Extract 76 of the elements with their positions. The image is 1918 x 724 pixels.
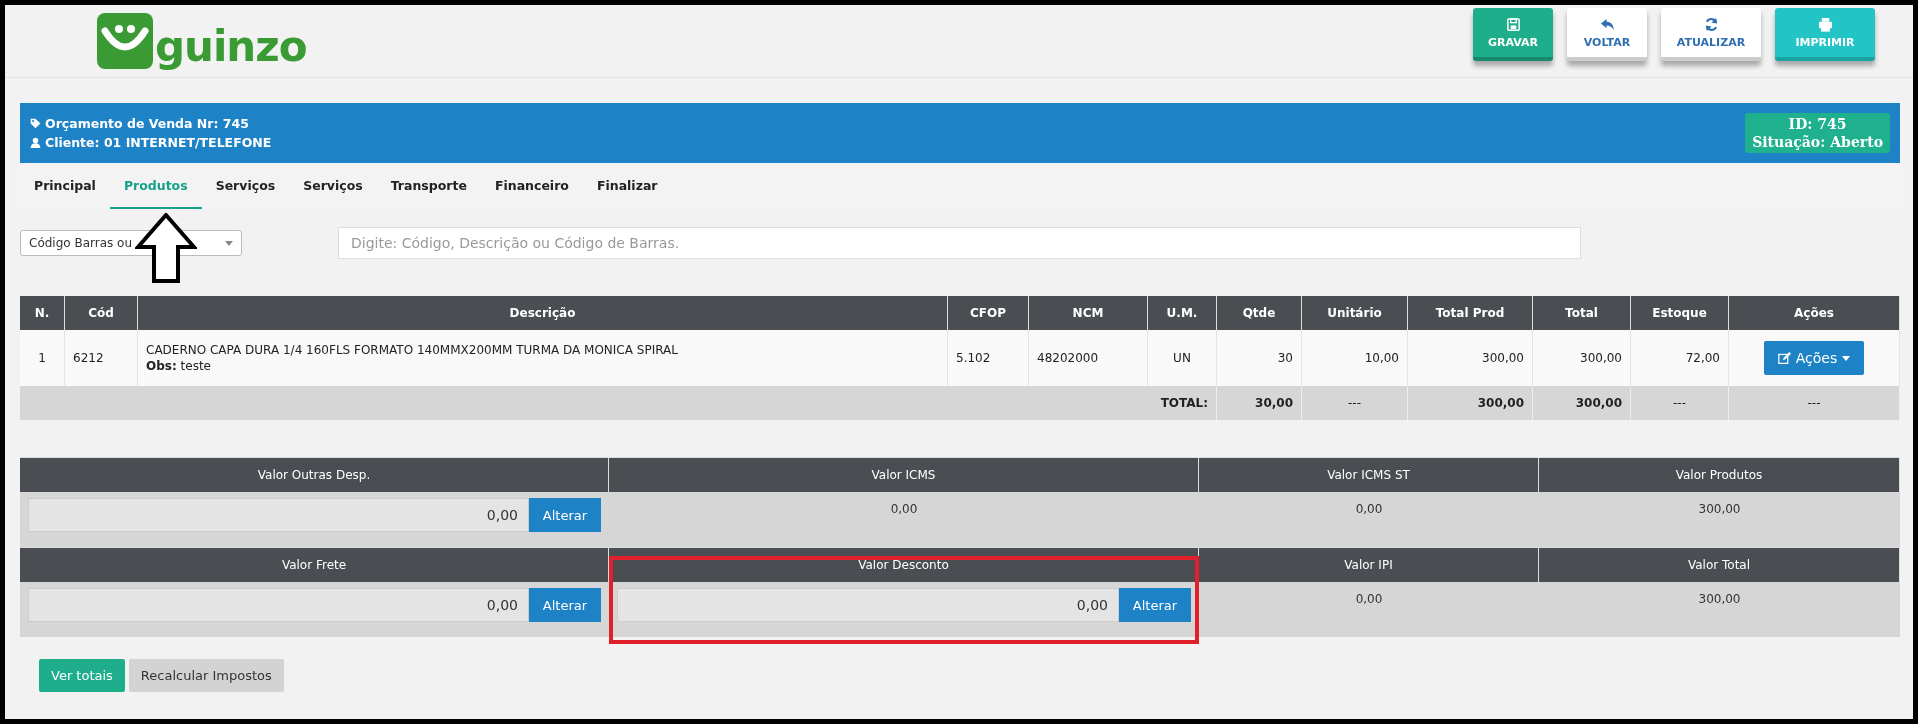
summary-value: 300,00 [1698,502,1741,516]
toolbar-button[interactable]: VOLTAR [1567,8,1647,61]
column-header: Total Prod [1407,296,1533,330]
summary-header: Valor Produtos [1539,457,1900,492]
order-id: ID: 745 [1788,115,1847,133]
summary-header: Valor IPI [1199,547,1539,582]
table-cell: --- [1630,386,1729,420]
order-status: Situação: Aberto [1752,133,1883,151]
summary-header: Valor Outras Desp. [20,457,609,492]
printer-icon [1817,16,1833,32]
table-cell: 300,00 [1407,386,1533,420]
annotation-arrow [135,213,197,283]
refresh-icon [1703,16,1719,32]
table-cell: 10,00 [1301,330,1408,386]
column-header: Ações [1728,296,1900,330]
column-header: Descrição [137,296,948,330]
table-cell: UN [1147,330,1217,386]
logo-text: guinzo [155,25,307,69]
reply-arrow-icon [1599,16,1615,32]
column-header: Qtde [1216,296,1302,330]
column-header: Unitário [1301,296,1408,330]
table-cell: 1 [20,330,65,386]
product-description: CADERNO CAPA DURA 1/4 160FLS FORMATO 140MMX200MM TURMA DA MONICA SPIRAL [146,342,679,358]
column-header: Estoque [1630,296,1729,330]
tab[interactable]: Principal [20,163,110,209]
summary-value: 0,00 [1355,592,1383,606]
table-cell: --- [1728,386,1900,420]
tab[interactable]: Finalizar [582,163,672,209]
floppy-icon [1505,16,1521,32]
tag-icon [30,118,41,129]
table-cell: 30 [1216,330,1302,386]
table-cell: 48202000 [1028,330,1148,386]
table-cell: 300,00 [1532,330,1631,386]
table-cell: --- [1301,386,1408,420]
table-cell: 72,00 [1630,330,1729,386]
summary-value: 0,00 [1355,502,1383,516]
actions-button[interactable]: Ações [1764,341,1864,375]
client-name: Cliente: 01 INTERNET/TELEFONE [45,135,272,150]
column-header: N. [20,296,65,330]
edit-icon [1777,351,1791,365]
tab[interactable]: Financeiro [480,163,583,209]
column-header: Total [1532,296,1631,330]
summary-value: 300,00 [1698,592,1741,606]
table-cell: 300,00 [1532,386,1631,420]
caret-icon [1842,355,1851,361]
column-header: CFOP [947,296,1029,330]
amount-field[interactable]: 0,00 [617,588,1119,622]
tab[interactable]: Serviços [201,163,290,209]
order-title: Orçamento de Venda Nr: 745 [45,116,249,131]
column-header: NCM [1028,296,1148,330]
footer-button[interactable]: Recalcular Impostos [128,659,284,692]
amount-field[interactable]: 0,00 [28,588,529,622]
table-cell: 30,00 [1216,386,1302,420]
summary-header: Valor Frete [20,547,609,582]
alter-button[interactable]: Alterar [1119,588,1191,622]
user-icon [30,137,41,148]
summary-header: Valor ICMS [609,457,1199,492]
table-cell: 5.102 [947,330,1029,386]
column-header: Cód [64,296,138,330]
table-cell: 300,00 [1407,330,1533,386]
alter-button[interactable]: Alterar [529,588,601,622]
table-cell: 6212 [64,330,138,386]
toolbar-button[interactable]: ATUALIZAR [1661,8,1761,61]
column-header: U.M. [1147,296,1217,330]
logo-icon [97,13,153,69]
totals-label: TOTAL: [1160,396,1208,410]
amount-field[interactable]: 0,00 [28,498,529,532]
summary-value: 0,00 [890,502,918,516]
summary-header: Valor ICMS ST [1199,457,1539,492]
tab[interactable]: Transporte [376,163,481,209]
search-field[interactable]: Digite: Código, Descrição ou Código de Barras. [338,227,1581,259]
caret-icon [225,240,233,246]
summary-header: Valor Total [1539,547,1900,582]
tab[interactable]: Serviços [289,163,377,209]
alter-button[interactable]: Alterar [529,498,601,532]
product-note: Obs: teste [146,358,212,374]
